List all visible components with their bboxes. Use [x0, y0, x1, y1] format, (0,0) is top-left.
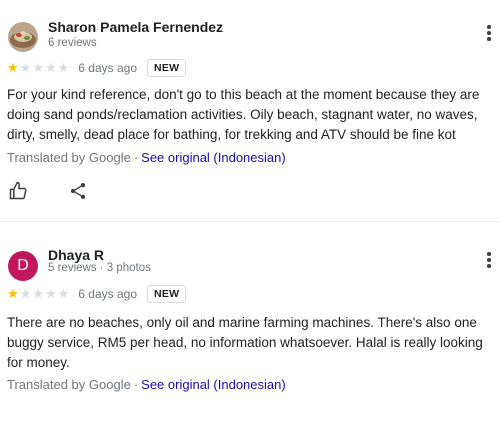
more-options-icon[interactable]: [486, 252, 492, 270]
see-original-link[interactable]: See original (Indonesian): [141, 377, 286, 392]
translated-by-label: Translated by Google: [7, 377, 131, 392]
translation-note: Translated by Google · See original (Indon…: [7, 150, 286, 165]
star-rating: ★ ★ ★ ★ ★: [7, 287, 69, 301]
star-icon: ★: [32, 60, 44, 75]
reviewer-meta: 6 reviews: [48, 37, 97, 49]
review-date: 6 days ago: [78, 61, 137, 75]
star-icon: ★: [7, 60, 19, 75]
review-date: 6 days ago: [78, 287, 137, 301]
new-badge: NEW: [147, 285, 187, 303]
new-badge: NEW: [147, 59, 187, 77]
reviewer-name[interactable]: Dhaya R: [48, 247, 104, 263]
star-icon: ★: [7, 286, 19, 301]
star-icon: ★: [57, 286, 70, 301]
more-options-icon[interactable]: [486, 25, 492, 43]
separator: ·: [133, 150, 139, 165]
rating-row: ★ ★ ★ ★ ★ 6 days ago NEW: [7, 59, 187, 77]
rating-row: ★ ★ ★ ★ ★ 6 days ago NEW: [7, 285, 187, 303]
review-text: There are no beaches, only oil and marin…: [7, 315, 483, 370]
like-icon[interactable]: [8, 181, 28, 201]
translation-note: Translated by Google · See original (Indon…: [7, 377, 286, 392]
avatar[interactable]: [8, 22, 38, 52]
separator: ·: [133, 377, 139, 392]
star-icon: ★: [19, 60, 32, 75]
star-icon: ★: [19, 286, 32, 301]
star-icon: ★: [44, 286, 57, 301]
reviewer-name[interactable]: Sharon Pamela Fernendez: [48, 19, 223, 35]
review-divider: [0, 221, 500, 222]
avatar-photo: [8, 22, 38, 52]
avatar[interactable]: D: [8, 251, 38, 281]
reviewer-meta: 5 reviews · 3 photos: [48, 262, 151, 274]
share-icon[interactable]: [68, 181, 88, 201]
star-rating: ★ ★ ★ ★ ★: [7, 61, 69, 75]
translated-by-label: Translated by Google: [7, 150, 131, 165]
see-original-link[interactable]: See original (Indonesian): [141, 150, 286, 165]
star-icon: ★: [44, 60, 57, 75]
review-text: For your kind reference, don't go to thi…: [7, 87, 480, 142]
star-icon: ★: [57, 60, 70, 75]
star-icon: ★: [32, 286, 44, 301]
